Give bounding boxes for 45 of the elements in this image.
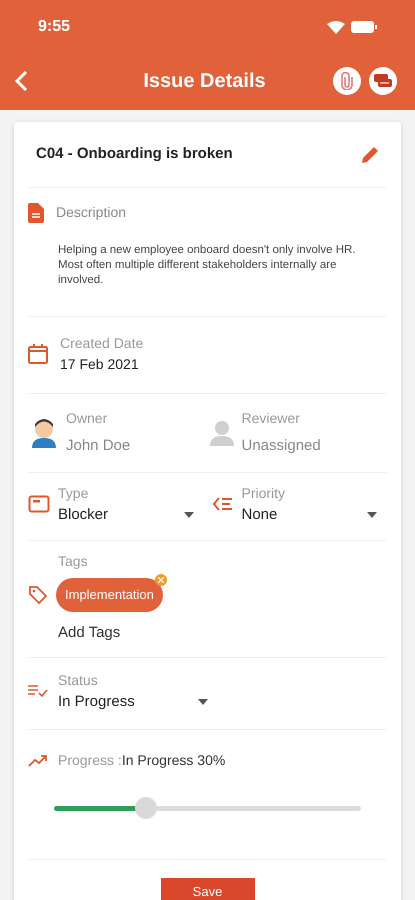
avatar-icon [30,418,58,448]
tags-label: Tags [57,552,89,571]
comments-button[interactable] [369,67,397,95]
wifi-icon [327,20,345,34]
description-label: Description [56,203,126,222]
progress-slider[interactable] [54,797,361,819]
save-button[interactable]: Save [160,878,254,900]
created-date-label: Created Date [60,334,144,353]
dropdown-select[interactable]: None [242,504,387,526]
battery-icon [351,21,377,33]
progress-label: Progress : [58,752,122,768]
dropdown-caret-icon [367,512,377,518]
select-label: Priority [242,484,286,503]
person-role-label: Owner [66,409,108,428]
slider-thumb[interactable] [135,797,158,819]
status-time: 9:55 [38,17,70,37]
paperclip-icon [341,72,353,90]
progress-value: In Progress 30% [122,752,226,768]
person-role-label: Reviewer [242,409,301,428]
tag-icon [28,584,48,605]
dropdown-caret-icon [198,698,208,705]
trend-icon [28,754,48,768]
dropdown-caret-icon [184,512,194,518]
person-name: John Doe [66,436,130,456]
document-icon [28,202,44,222]
person-name: Unassigned [242,436,321,456]
calendar-icon [28,344,48,364]
chat-bubbles-icon [374,74,392,88]
person-placeholder-icon [210,420,234,446]
description-text: Helping a new employee onboard doesn't only involve HR. Most often multiple different stakeholders internally are involved. [57,243,357,288]
status-select[interactable]: In Progress [58,690,208,713]
tag-chip: Implementation [56,578,163,612]
add-tags-button[interactable]: Add Tags [28,622,120,644]
priority-list-icon [212,495,234,514]
created-date-value: 17 Feb 2021 [60,355,140,374]
dropdown-select[interactable]: Blocker [58,504,204,526]
attachment-button[interactable] [333,67,361,95]
issue-title: C04 - Onboarding is broken [36,144,233,164]
status-label: Status [58,670,99,690]
select-label: Type [58,484,90,503]
checklist-icon [28,684,48,698]
page-title: Issue Details [142,69,267,94]
remove-tag-icon[interactable] [154,574,167,586]
card-icon [28,495,50,514]
chevron-left-icon [14,70,28,92]
